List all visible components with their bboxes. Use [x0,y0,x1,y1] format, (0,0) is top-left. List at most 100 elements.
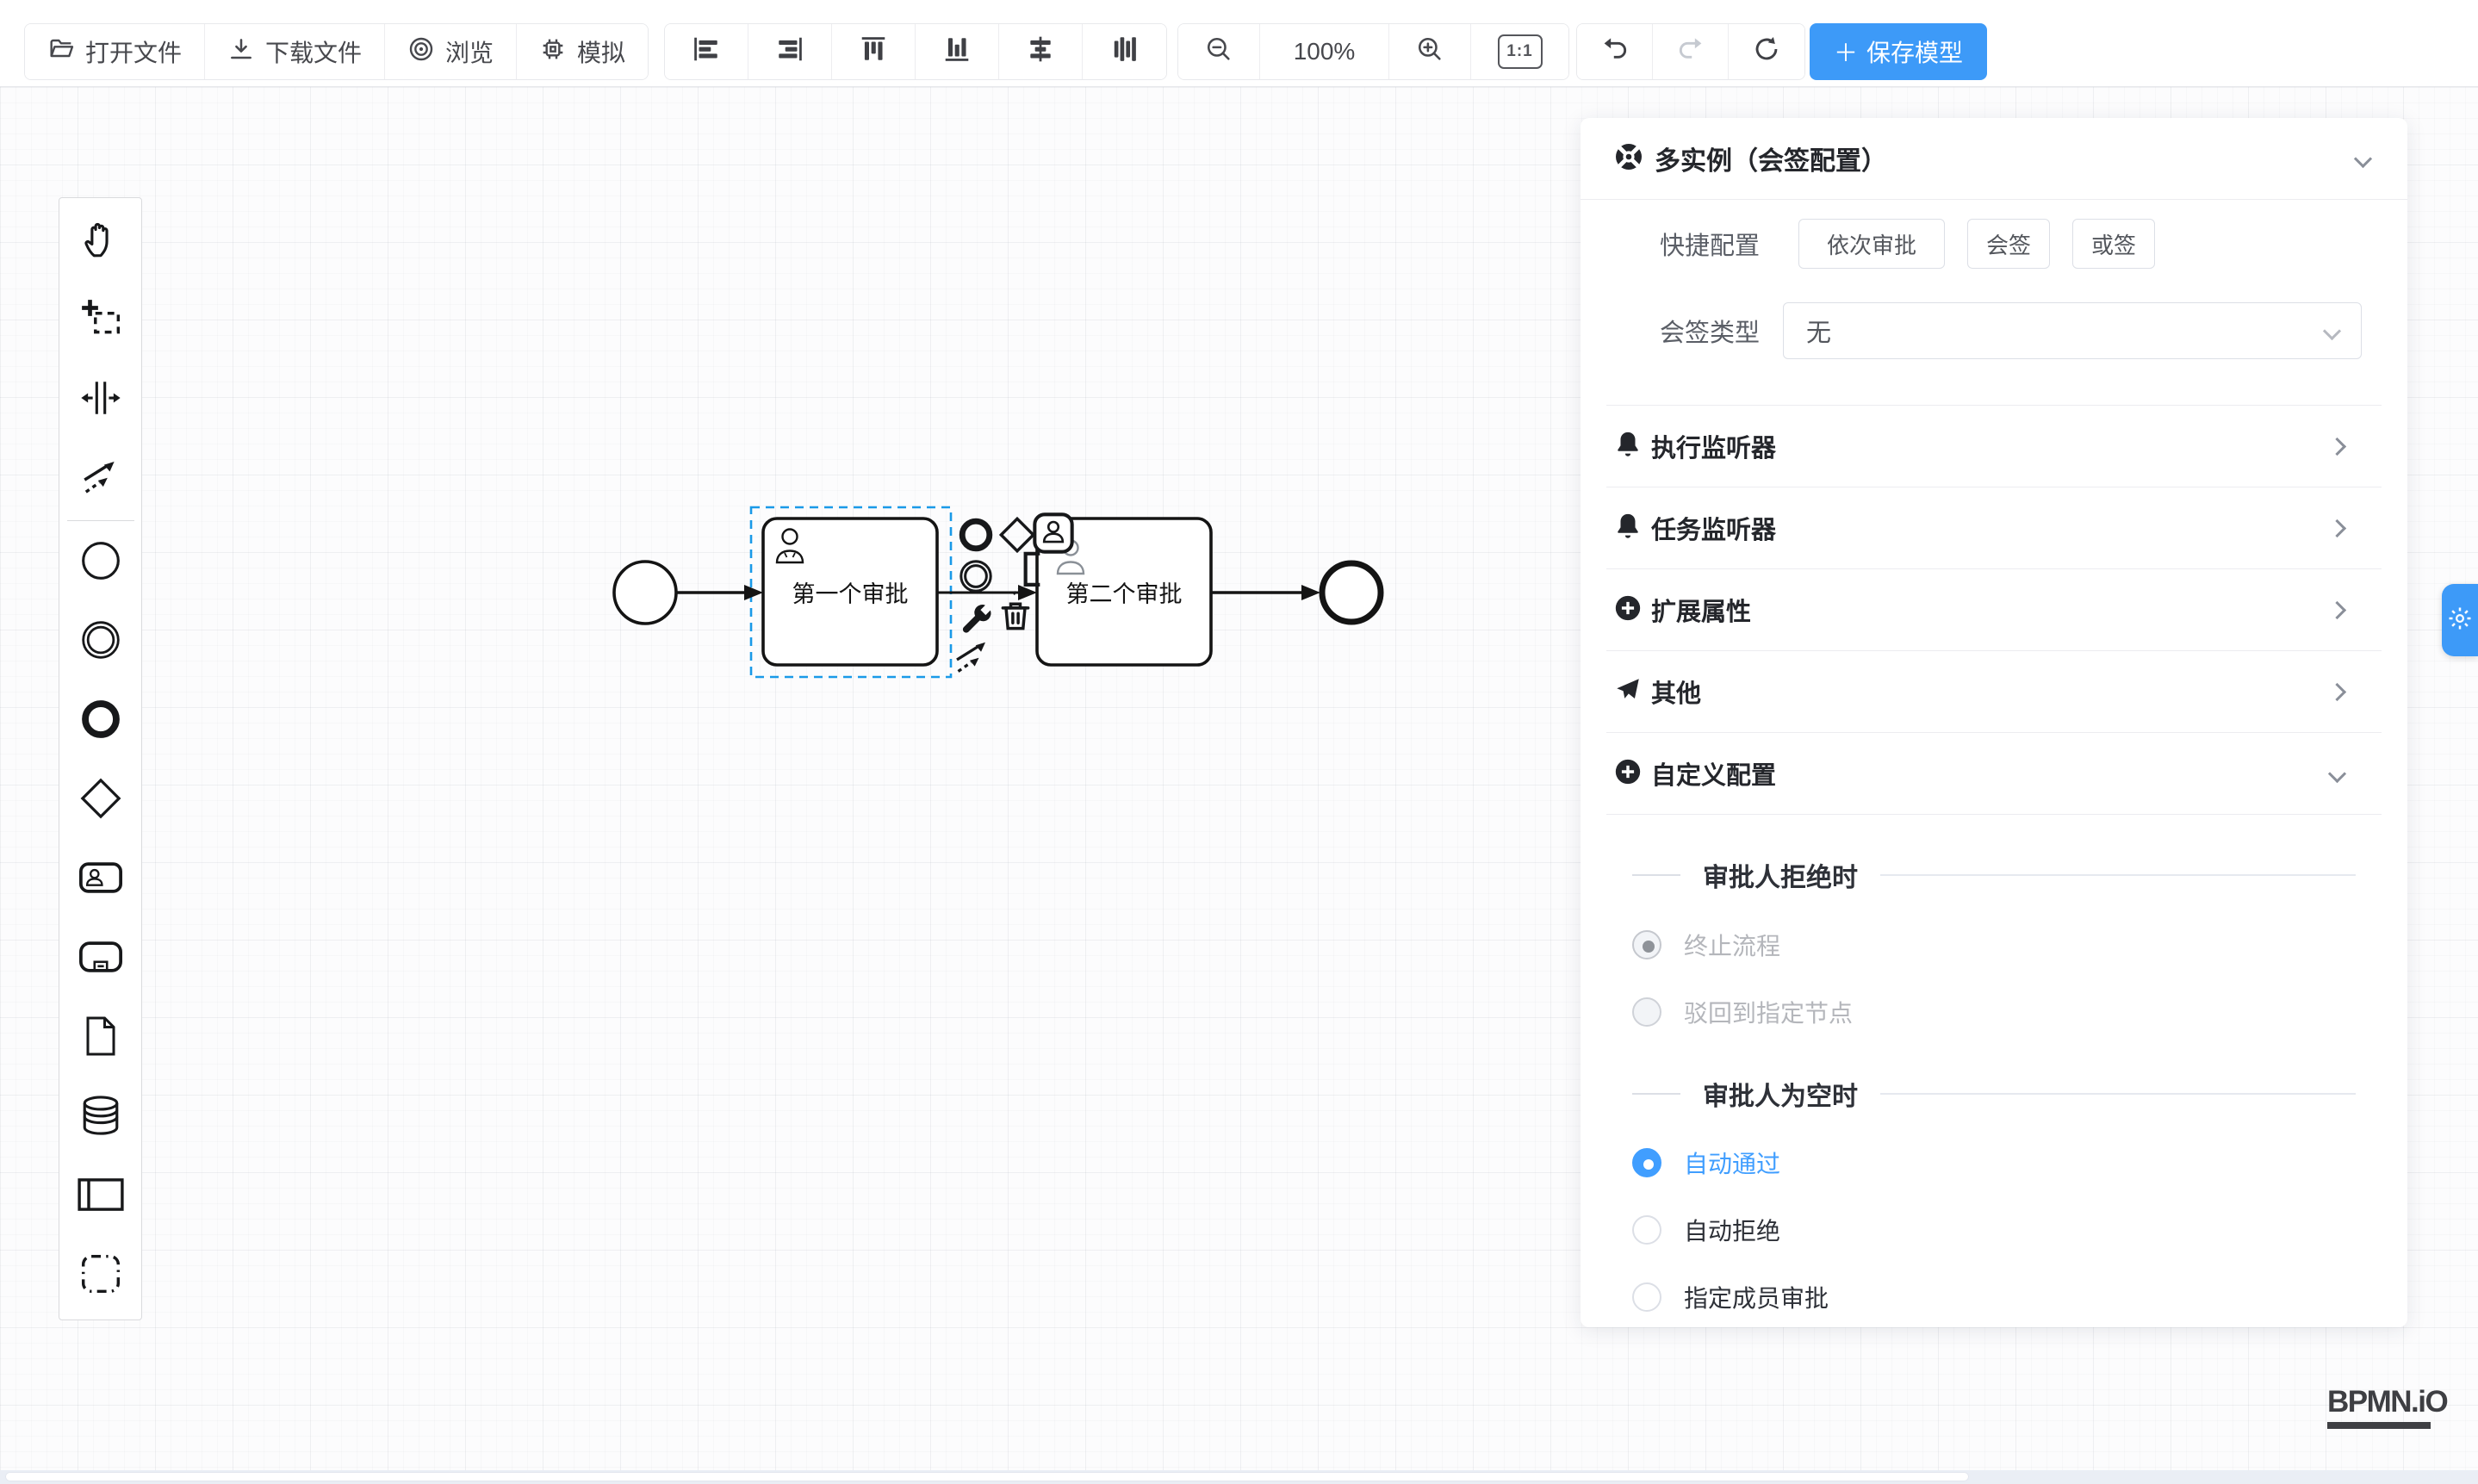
lasso-tool[interactable] [59,281,142,360]
restart-icon [1752,34,1781,70]
palette-user-task[interactable] [59,840,142,919]
align-horizontal-center-icon [1026,34,1055,70]
zoom-out-button[interactable] [1178,24,1260,79]
align-bottom-button[interactable] [916,24,999,79]
zoom-in-button[interactable] [1389,24,1471,79]
settings-edge-tab[interactable] [2442,584,2478,656]
trash-icon [997,597,1034,639]
file-button-group: 打开文件 下载文件 浏览 模拟 [24,23,649,80]
reset-zoom-icon: 1:1 [1498,34,1543,69]
download-icon [227,35,255,69]
save-model-button[interactable]: ＋ 保存模型 [1810,23,1987,80]
multi-instance-icon [1613,141,1644,177]
preview-button[interactable]: 浏览 [385,24,517,79]
pad-connect-icon [952,636,993,682]
align-right-button[interactable] [748,24,832,79]
radio-return-to-node[interactable]: 驳回到指定节点 [1632,986,2373,1038]
radio-unselected-icon [1632,1215,1661,1245]
palette-end-event[interactable] [59,681,142,761]
start-event-icon [79,539,122,587]
bell-icon [1613,430,1643,463]
align-left-icon [692,34,721,70]
radio-terminate-process[interactable]: 终止流程 [1632,919,2373,971]
section-extended-properties[interactable]: 扩展属性 [1606,568,2382,650]
horizontal-scrollbar-track[interactable] [0,1470,2478,1484]
section-task-listener[interactable]: 任务监听器 [1606,487,2382,568]
quick-option-orsign-button[interactable]: 或签 [2072,219,2155,269]
section-label: 执行监听器 [1651,428,1776,464]
trash-delete-button[interactable] [996,598,1035,637]
palette-participant-pool[interactable] [59,1157,142,1236]
section-label: 自定义配置 [1651,755,1776,792]
palette-gateway[interactable] [59,761,142,840]
simulate-label: 模拟 [577,34,625,69]
pad-connect-button[interactable] [953,639,992,679]
append-intermediate-event-button[interactable] [956,558,996,598]
bell-icon [1613,512,1643,545]
palette-data-store[interactable] [59,1077,142,1157]
task1-label[interactable]: 第一个审批 [763,518,937,665]
wrench-change-type-button[interactable] [956,601,996,641]
chevron-down-icon[interactable] [2354,149,2372,167]
reject-heading-text: 审批人拒绝时 [1703,856,1858,894]
end-event-shape[interactable] [1322,563,1381,622]
align-button-group [664,23,1167,80]
plus-circle-icon [1613,593,1643,627]
palette-group[interactable] [59,1236,142,1315]
append-end-event-button[interactable] [956,517,996,556]
panel-header[interactable]: 多实例（会签配置） [1581,118,2407,200]
section-label: 任务监听器 [1651,510,1776,546]
sequence-flow-3[interactable] [1211,585,1320,600]
simulate-button[interactable]: 模拟 [517,24,648,79]
gateway-icon [78,776,123,825]
horizontal-scrollbar-thumb[interactable] [5,1472,1969,1481]
palette-start-event[interactable] [59,523,142,602]
radio-auto-reject[interactable]: 自动拒绝 [1632,1204,2373,1256]
global-connect-tool[interactable] [59,439,142,518]
align-top-button[interactable] [832,24,916,79]
download-file-label: 下载文件 [265,34,362,69]
radio-label: 自动通过 [1684,1146,1780,1180]
plus-icon: ＋ [1834,34,1858,69]
section-execution-listener[interactable]: 执行监听器 [1606,405,2382,487]
intermediate-event-icon [79,618,122,666]
undo-button[interactable] [1577,24,1653,79]
download-file-button[interactable]: 下载文件 [205,24,385,79]
sign-type-label: 会签类型 [1660,313,1780,349]
subprocess-icon [78,934,123,984]
palette-intermediate-event[interactable] [59,602,142,681]
align-left-button[interactable] [665,24,748,79]
heading-dash [1632,1093,1680,1095]
redo-icon [1676,34,1705,70]
section-label: 扩展属性 [1651,592,1751,628]
gear-icon [2447,605,2473,636]
start-event-shape[interactable] [614,562,676,624]
radio-assign-member[interactable]: 指定成员审批 [1632,1271,2373,1323]
sign-type-select[interactable]: 无 [1783,302,2362,359]
space-tool[interactable] [59,360,142,439]
palette-data-object[interactable] [59,998,142,1077]
section-other[interactable]: 其他 [1606,650,2382,732]
quick-option-sequential-button[interactable]: 依次审批 [1798,219,1945,269]
restart-button[interactable] [1729,24,1804,79]
append-text-annotation-button[interactable] [1013,555,1053,594]
undo-icon [1600,34,1630,70]
chevron-right-icon [2328,518,2346,537]
section-custom-config[interactable]: 自定义配置 [1606,732,2382,814]
palette-subprocess[interactable] [59,919,142,998]
palette [59,197,142,1320]
radio-auto-pass[interactable]: 自动通过 [1632,1137,2373,1189]
redo-button[interactable] [1653,24,1729,79]
align-vertical-center-button[interactable] [1083,24,1166,79]
end-event-icon [79,698,122,745]
bpmn-io-logo-underline [2327,1422,2431,1429]
open-file-button[interactable]: 打开文件 [25,24,205,79]
zoom-level-display[interactable]: 100% [1260,24,1389,79]
sign-type-row: 会签类型 无 [1581,302,2407,359]
reset-zoom-button[interactable]: 1:1 [1471,24,1568,79]
align-horizontal-center-button[interactable] [999,24,1083,79]
quick-option-countersign-button[interactable]: 会签 [1967,219,2050,269]
group-icon [79,1252,122,1300]
radio-selected-icon [1632,1148,1661,1177]
hand-tool[interactable] [59,202,142,281]
